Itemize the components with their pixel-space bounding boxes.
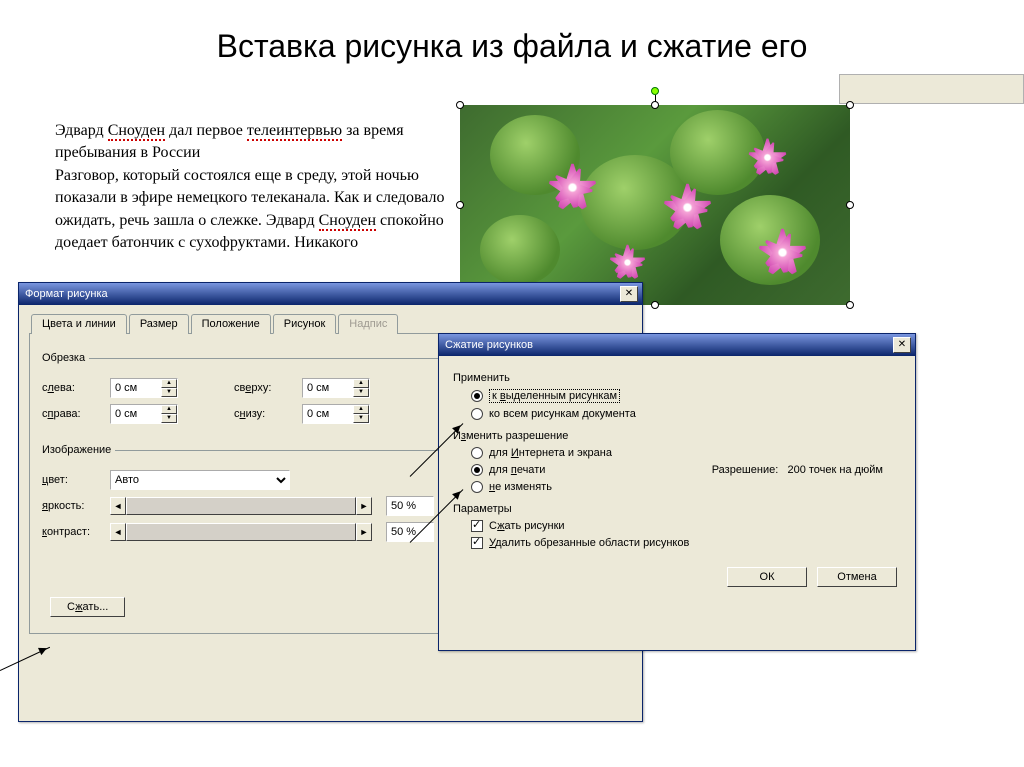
format-picture-titlebar[interactable]: Формат рисунка ✕ (19, 283, 642, 305)
crop-right-label: справа: (42, 408, 102, 420)
rotate-handle[interactable] (651, 87, 659, 95)
res-none-label: не изменять (489, 481, 552, 493)
spin-up-icon[interactable]: ▲ (161, 379, 177, 388)
check-delete-cropped[interactable] (471, 537, 483, 549)
brightness-value[interactable]: 50 % (386, 496, 434, 516)
color-label: цвет: (42, 474, 102, 486)
check-compress[interactable] (471, 520, 483, 532)
tab-colors-lines[interactable]: Цвета и линии (31, 314, 127, 334)
resolution-legend: Изменить разрешение (453, 430, 901, 442)
chk-compress-label: Сжать рисунки (489, 520, 565, 532)
chk-delete-label: Удалить обрезанные области рисунков (489, 537, 689, 549)
resize-handle-w[interactable] (456, 201, 464, 209)
crop-right-spinner[interactable]: ▲▼ (110, 404, 178, 424)
res-web-label: для Интернета и экрана (489, 447, 612, 459)
contrast-slider[interactable]: ◄► (110, 523, 372, 541)
compress-titlebar[interactable]: Сжатие рисунков ✕ (439, 334, 915, 356)
compress-button[interactable]: Сжать... (50, 597, 125, 617)
cancel-button[interactable]: Отмена (817, 567, 897, 587)
crop-top-label: сверху: (234, 382, 294, 394)
format-picture-title: Формат рисунка (23, 288, 620, 300)
resize-handle-s[interactable] (651, 301, 659, 309)
arrow-left-icon[interactable]: ◄ (110, 497, 126, 515)
compress-title: Сжатие рисунков (443, 339, 893, 351)
apply-all-label: ко всем рисункам документа (489, 408, 636, 420)
image-legend: Изображение (42, 444, 115, 456)
crop-left-label: слева: (42, 382, 102, 394)
arrow-right-icon[interactable]: ► (356, 497, 372, 515)
crop-bottom-spinner[interactable]: ▲▼ (302, 404, 370, 424)
apply-selected-label: к выделенным рисункам (489, 389, 620, 403)
toolbar-fragment (839, 74, 1024, 104)
apply-legend: Применить (453, 372, 901, 384)
tab-position[interactable]: Положение (191, 314, 271, 334)
document-text: Эдвард Сноуден дал первое телеинтервью з… (55, 120, 450, 254)
slide-title: Вставка рисунка из файла и сжатие его (0, 28, 1024, 65)
ok-button[interactable]: ОК (727, 567, 807, 587)
crop-top-spinner[interactable]: ▲▼ (302, 378, 370, 398)
resize-handle-se[interactable] (846, 301, 854, 309)
params-legend: Параметры (453, 503, 901, 515)
crop-bottom-label: снизу: (234, 408, 294, 420)
radio-no-change[interactable] (471, 481, 483, 493)
res-print-label: для печати (489, 464, 545, 476)
crop-left-spinner[interactable]: ▲▼ (110, 378, 178, 398)
radio-web[interactable] (471, 447, 483, 459)
close-icon[interactable]: ✕ (620, 286, 638, 302)
tab-bar: Цвета и линии Размер Положение Рисунок Н… (29, 313, 632, 334)
close-icon[interactable]: ✕ (893, 337, 911, 353)
color-dropdown[interactable]: Авто (110, 470, 290, 490)
compress-pictures-dialog: Сжатие рисунков ✕ Применить к выделенным… (438, 333, 916, 651)
resize-handle-nw[interactable] (456, 101, 464, 109)
radio-selected-pictures[interactable] (471, 390, 483, 402)
radio-all-pictures[interactable] (471, 408, 483, 420)
resize-handle-ne[interactable] (846, 101, 854, 109)
resize-handle-e[interactable] (846, 201, 854, 209)
water-lily-image (460, 105, 850, 305)
spin-down-icon[interactable]: ▼ (161, 388, 177, 397)
contrast-label: контраст: (42, 526, 102, 538)
crop-legend: Обрезка (42, 352, 89, 364)
tab-textbox: Надпис (338, 314, 398, 334)
resize-handle-n[interactable] (651, 101, 659, 109)
radio-print[interactable] (471, 464, 483, 476)
tab-picture[interactable]: Рисунок (273, 314, 337, 334)
brightness-label: яркость: (42, 500, 102, 512)
brightness-slider[interactable]: ◄► (110, 497, 372, 515)
tab-size[interactable]: Размер (129, 314, 189, 334)
resolution-readout: Разрешение: 200 точек на дюйм (712, 464, 883, 476)
selected-picture[interactable] (460, 105, 850, 305)
